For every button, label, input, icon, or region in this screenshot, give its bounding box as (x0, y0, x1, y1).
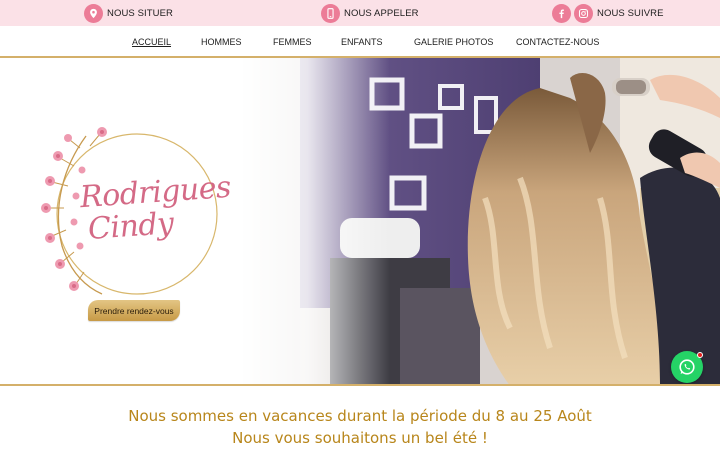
salon-logo: Rodrigues Cindy (24, 126, 232, 296)
call-label: NOUS APPELER (344, 7, 419, 19)
nav-item-enfants[interactable]: ENFANTS (341, 37, 383, 47)
logo-name-line2: Cindy (86, 206, 175, 247)
nav-item-galerie-photos[interactable]: GALERIE PHOTOS (414, 37, 493, 47)
phone-icon (321, 3, 340, 23)
locate-label: NOUS SITUER (107, 7, 174, 19)
photo-fade-overlay (240, 58, 390, 386)
facebook-icon[interactable] (552, 3, 571, 23)
holiday-message-line1: Nous sommes en vacances durant la périod… (128, 407, 592, 425)
notification-dot (697, 352, 703, 358)
main-navigation: ACCUEIL HOMMES FEMMES ENFANTS GALERIE PH… (0, 26, 720, 58)
follow-label: NOUS SUIVRE (597, 7, 664, 19)
whatsapp-button[interactable] (671, 351, 703, 383)
top-contact-bar: NOUS SITUER NOUS APPELER NOUS SUIVRE (0, 0, 720, 26)
map-pin-icon (84, 3, 103, 23)
nav-item-hommes[interactable]: HOMMES (201, 37, 242, 47)
hero-divider (0, 384, 720, 386)
nav-item-contactez-nous[interactable]: CONTACTEZ-NOUS (516, 37, 599, 47)
nav-item-femmes[interactable]: FEMMES (273, 37, 312, 47)
whatsapp-icon (678, 358, 696, 376)
holiday-message: Nous sommes en vacances durant la périod… (0, 405, 720, 449)
locate-link[interactable]: NOUS SITUER (84, 3, 173, 23)
nav-item-accueil[interactable]: ACCUEIL (132, 37, 171, 47)
hero-banner: Rodrigues Cindy Prendre rendez-vous (0, 58, 720, 386)
instagram-icon[interactable] (574, 3, 593, 23)
book-appointment-button[interactable]: Prendre rendez-vous (88, 300, 180, 321)
follow-links: NOUS SUIVRE (552, 3, 664, 23)
holiday-message-line2: Nous vous souhaitons un bel été ! (232, 429, 488, 447)
call-link[interactable]: NOUS APPELER (321, 3, 419, 23)
